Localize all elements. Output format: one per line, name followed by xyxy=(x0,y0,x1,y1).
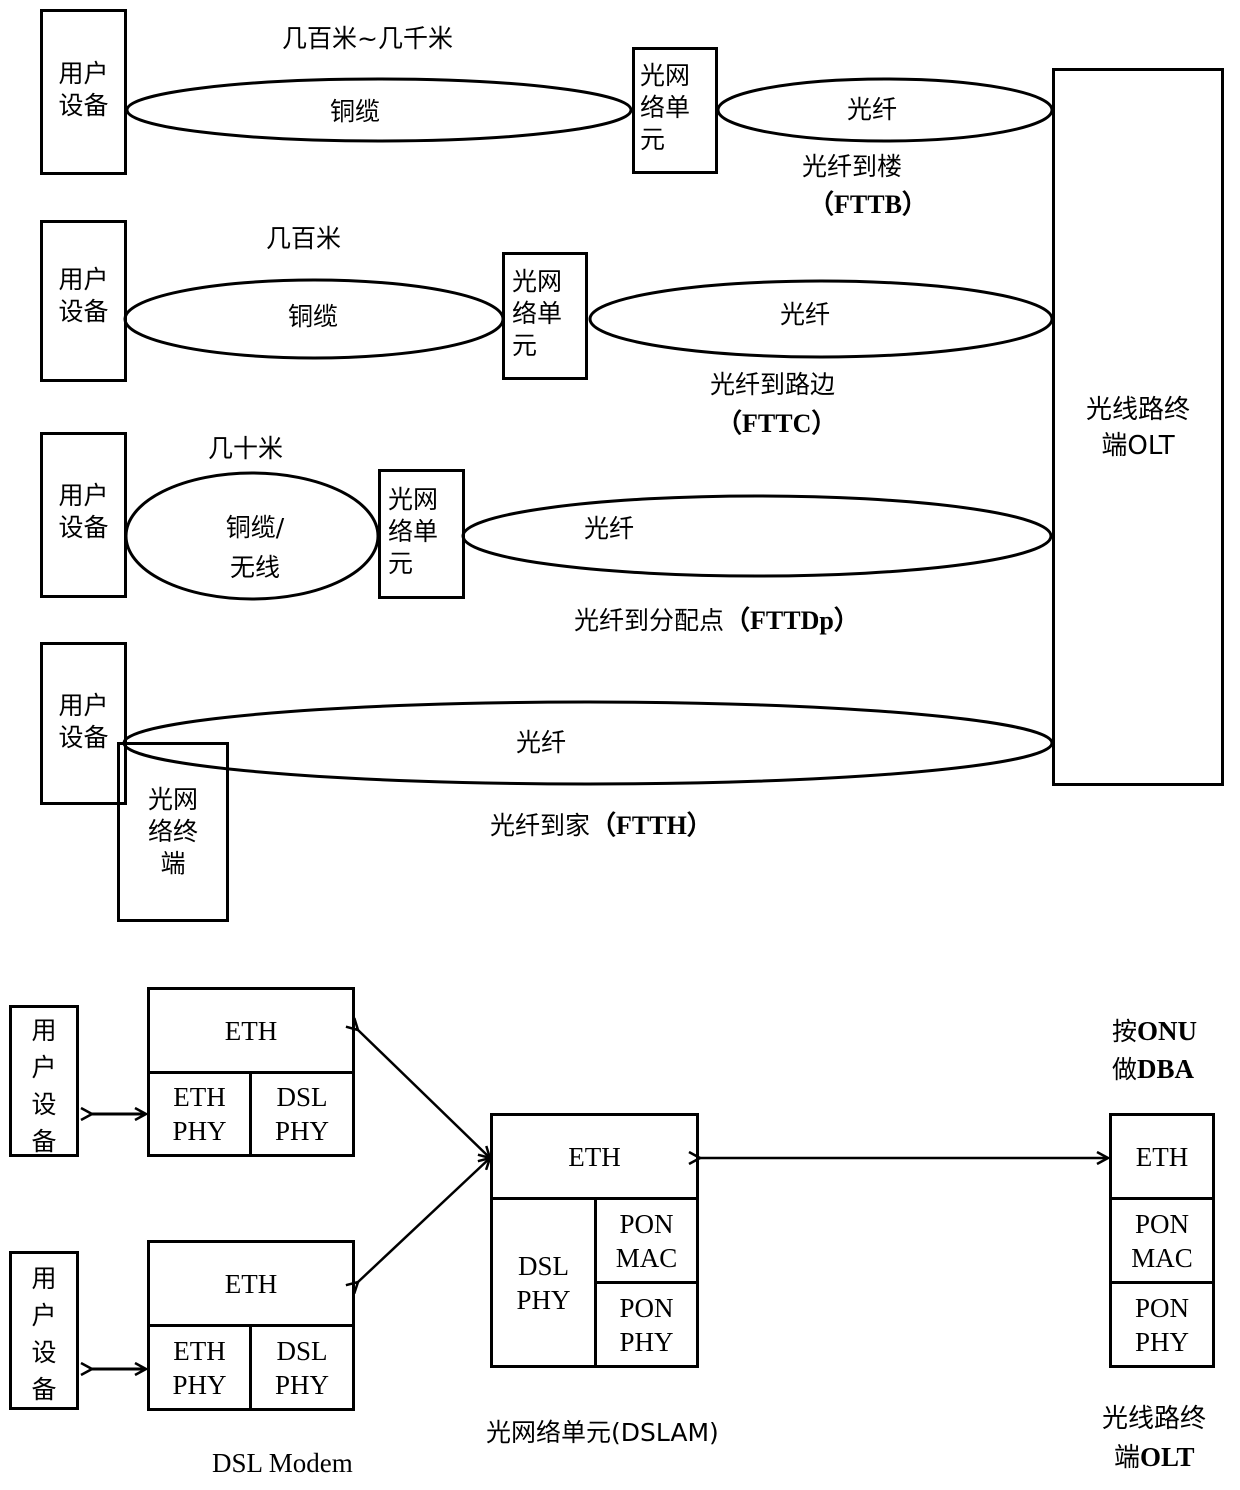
user-device-label-1: 用户设备 xyxy=(12,1012,76,1160)
ont-label-ftth: 光网络终端 xyxy=(133,784,213,880)
dslam-caption-text: 光网络单元(DSLAM) xyxy=(486,1418,719,1447)
arrow-modem1-dslam xyxy=(358,1030,490,1158)
user-device-label-fttc: 用户设备 xyxy=(46,264,121,328)
user-device-text: 用户设备 xyxy=(58,265,109,326)
user-device-label-fttb: 用户设备 xyxy=(46,58,121,122)
ont-text: 光网络终端 xyxy=(147,785,198,878)
user-device-text: 用户设备 xyxy=(58,481,109,542)
user-device-text: 用户设备 xyxy=(58,59,109,120)
modem1-eth: ETH xyxy=(147,987,355,1074)
scheme-en-fttc: （FTTC） xyxy=(716,409,838,438)
fiber-label-fttc: 光纤 xyxy=(780,300,831,329)
dslam-eth: ETH xyxy=(490,1113,699,1200)
dba-note-cn1: 按 xyxy=(1112,1017,1138,1046)
dslam-pon-phy: PON PHY xyxy=(594,1281,699,1368)
fiber-label-ftth: 光纤 xyxy=(516,728,567,757)
onu-label-fttc: 光网络单元 xyxy=(512,266,582,362)
onu-text: 光网络单元 xyxy=(512,267,563,360)
onu-text: 光网络单元 xyxy=(388,485,439,578)
fiber-ellipse-ftth xyxy=(122,700,1054,786)
user-device-text: 用户设备 xyxy=(31,1264,57,1404)
modem2-eth-phy: ETH PHY xyxy=(147,1324,252,1411)
copper-label-fttb: 铜缆 xyxy=(330,97,381,126)
copper-wireless-text: 铜缆/无线 xyxy=(225,513,285,582)
olt-pon-phy: PON PHY xyxy=(1109,1281,1215,1368)
scheme-cn-fttdp: 光纤到分配点 xyxy=(574,606,725,635)
user-device-label-2: 用户设备 xyxy=(12,1260,76,1408)
dslam-dsl-phy: DSL PHY xyxy=(490,1197,597,1368)
user-device-text: 用户设备 xyxy=(58,691,109,752)
scheme-en-fttb: （FTTB） xyxy=(808,190,928,219)
dslam-caption: 光网络单元(DSLAM) xyxy=(486,1418,719,1448)
scheme-label-ftth: 光纤到家（FTTH） xyxy=(490,811,713,841)
copper-label-fttc: 铜缆 xyxy=(288,302,339,331)
dba-note-en2: DBA xyxy=(1137,1054,1195,1084)
modem2-eth: ETH xyxy=(147,1240,355,1327)
dslam-pon-mac: PON MAC xyxy=(594,1197,699,1284)
scheme-cn-fttb: 光纤到楼 xyxy=(802,152,903,181)
user-device-label-ftth: 用户设备 xyxy=(46,690,121,754)
olt-label-text: 光线路终端OLT xyxy=(1085,395,1190,461)
onu-label-fttb: 光网络单元 xyxy=(640,60,710,156)
olt-caption-line1: 光线路终 xyxy=(1102,1404,1207,1434)
fiber-ellipse-fttdp xyxy=(461,494,1053,578)
onu-text: 光网络单元 xyxy=(640,61,691,154)
arrow-modem2-dslam xyxy=(358,1158,490,1282)
olt-caption-en: OLT xyxy=(1140,1442,1195,1472)
dba-note-cn2: 做 xyxy=(1112,1055,1138,1084)
onu-label-fttdp: 光网络单元 xyxy=(388,484,458,580)
fiber-label-fttb: 光纤 xyxy=(847,95,898,124)
copper-wireless-label-fttdp: 铜缆/无线 xyxy=(210,508,300,588)
distance-label-fttdp: 几十米 xyxy=(208,434,284,463)
dba-note-line2: 做DBA xyxy=(1112,1054,1194,1085)
distance-label-fttb: 几百米~几千米 xyxy=(282,24,453,53)
scheme-cn-ftth: 光纤到家 xyxy=(490,811,591,840)
olt-pon-mac: PON MAC xyxy=(1109,1197,1215,1284)
scheme-cn-fttc: 光纤到路边 xyxy=(710,370,836,399)
fiber-label-fttdp: 光纤 xyxy=(584,514,635,543)
scheme-label-fttdp: 光纤到分配点（FTTDp） xyxy=(574,606,860,636)
modem-caption: DSL Modem xyxy=(212,1448,353,1478)
distance-label-fttc: 几百米 xyxy=(266,224,342,253)
modem2-dsl-phy: DSL PHY xyxy=(249,1324,355,1411)
user-device-label-fttdp: 用户设备 xyxy=(46,480,121,544)
scheme-en-ftth: （FTTH） xyxy=(590,811,713,840)
modem1-dsl-phy: DSL PHY xyxy=(249,1071,355,1157)
olt-label: 光线路终端OLT xyxy=(1056,392,1220,464)
olt-caption-cn: 端 xyxy=(1114,1443,1141,1473)
modem1-eth-phy: ETH PHY xyxy=(147,1071,252,1157)
scheme-en-fttdp: （FTTDp） xyxy=(724,606,860,635)
olt-caption-line2: 端OLT xyxy=(1114,1442,1195,1473)
olt-eth: ETH xyxy=(1109,1113,1215,1200)
dba-note-en1: ONU xyxy=(1137,1016,1198,1046)
dba-note-line1: 按ONU xyxy=(1112,1016,1197,1047)
user-device-text: 用户设备 xyxy=(31,1016,57,1156)
